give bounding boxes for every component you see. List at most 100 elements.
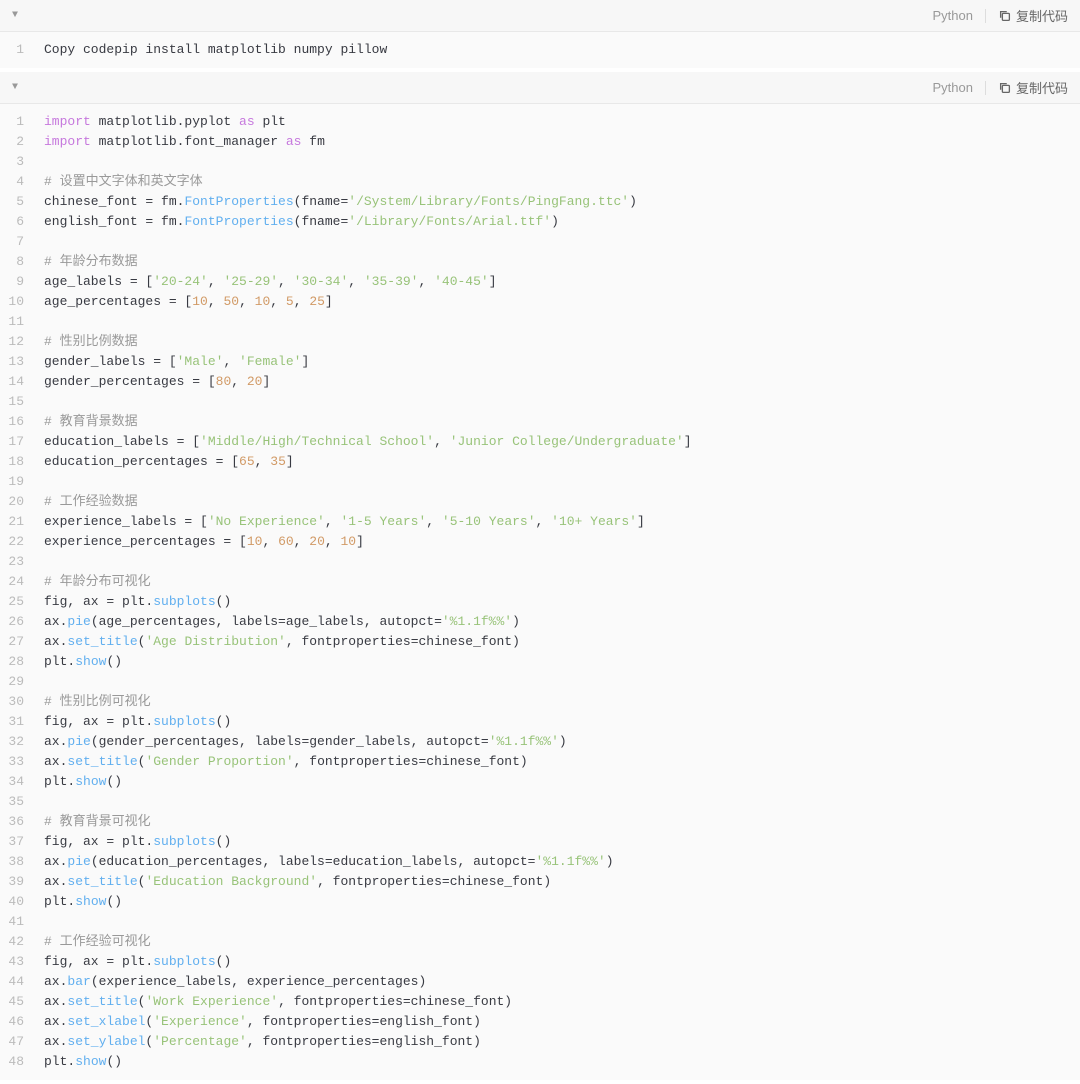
- code-line: [44, 312, 1080, 332]
- line-number: 10: [0, 292, 32, 312]
- line-number: 35: [0, 792, 32, 812]
- line-number: 44: [0, 972, 32, 992]
- line-number: 17: [0, 432, 32, 452]
- line-number: 1: [0, 40, 32, 60]
- line-number: 23: [0, 552, 32, 572]
- line-number: 12: [0, 332, 32, 352]
- line-number: 45: [0, 992, 32, 1012]
- line-number: 13: [0, 352, 32, 372]
- code-block-2: ▼ Python 复制代码 12345678910111213141516171…: [0, 72, 1080, 1080]
- code-body: 1234567891011121314151617181920212223242…: [0, 104, 1080, 1080]
- line-number: 2: [0, 132, 32, 152]
- collapse-toggle-icon[interactable]: ▼: [12, 10, 18, 21]
- code-content[interactable]: import matplotlib.pyplot as pltimport ma…: [32, 104, 1080, 1080]
- line-number: 5: [0, 192, 32, 212]
- code-line: # 性别比例可视化: [44, 692, 1080, 712]
- code-line: ax.set_xlabel('Experience', fontproperti…: [44, 1012, 1080, 1032]
- code-line: fig, ax = plt.subplots(): [44, 592, 1080, 612]
- line-number: 27: [0, 632, 32, 652]
- code-line: plt.show(): [44, 772, 1080, 792]
- code-line: # 教育背景可视化: [44, 812, 1080, 832]
- line-number: 41: [0, 912, 32, 932]
- language-label: Python: [933, 80, 973, 95]
- line-number: 36: [0, 812, 32, 832]
- code-block-1: ▼ Python 复制代码 1 Copy codepip install mat…: [0, 0, 1080, 68]
- code-line: # 工作经验数据: [44, 492, 1080, 512]
- code-line: # 年龄分布可视化: [44, 572, 1080, 592]
- line-number: 37: [0, 832, 32, 852]
- line-number: 43: [0, 952, 32, 972]
- divider: [985, 81, 986, 95]
- line-number: 48: [0, 1052, 32, 1072]
- line-number: 38: [0, 852, 32, 872]
- divider: [985, 9, 986, 23]
- code-line: ax.pie(education_percentages, labels=edu…: [44, 852, 1080, 872]
- code-line: Copy codepip install matplotlib numpy pi…: [44, 40, 1080, 60]
- code-line: [44, 472, 1080, 492]
- code-body: 1 Copy codepip install matplotlib numpy …: [0, 32, 1080, 68]
- code-line: age_labels = ['20-24', '25-29', '30-34',…: [44, 272, 1080, 292]
- line-number: 8: [0, 252, 32, 272]
- line-number-gutter: 1: [0, 32, 32, 68]
- line-number: 14: [0, 372, 32, 392]
- code-line: [44, 392, 1080, 412]
- code-line: age_percentages = [10, 50, 10, 5, 25]: [44, 292, 1080, 312]
- code-line: ax.pie(age_percentages, labels=age_label…: [44, 612, 1080, 632]
- code-header: ▼ Python 复制代码: [0, 72, 1080, 104]
- code-line: [44, 672, 1080, 692]
- line-number: 31: [0, 712, 32, 732]
- line-number: 47: [0, 1032, 32, 1052]
- code-line: [44, 232, 1080, 252]
- line-number: 33: [0, 752, 32, 772]
- line-number: 15: [0, 392, 32, 412]
- line-number-gutter: 1234567891011121314151617181920212223242…: [0, 104, 32, 1080]
- line-number: 32: [0, 732, 32, 752]
- code-header: ▼ Python 复制代码: [0, 0, 1080, 32]
- line-number: 22: [0, 532, 32, 552]
- code-line: [44, 552, 1080, 572]
- code-line: # 设置中文字体和英文字体: [44, 172, 1080, 192]
- copy-label: 复制代码: [1016, 6, 1068, 25]
- code-line: plt.show(): [44, 1052, 1080, 1072]
- line-number: 6: [0, 212, 32, 232]
- copy-code-button[interactable]: 复制代码: [998, 6, 1068, 25]
- language-label: Python: [933, 8, 973, 23]
- code-line: [44, 912, 1080, 932]
- code-line: [44, 152, 1080, 172]
- line-number: 9: [0, 272, 32, 292]
- copy-code-button[interactable]: 复制代码: [998, 78, 1068, 97]
- collapse-toggle-icon[interactable]: ▼: [12, 82, 18, 93]
- line-number: 34: [0, 772, 32, 792]
- code-line: ax.bar(experience_labels, experience_per…: [44, 972, 1080, 992]
- line-number: 4: [0, 172, 32, 192]
- code-line: fig, ax = plt.subplots(): [44, 832, 1080, 852]
- code-line: import matplotlib.font_manager as fm: [44, 132, 1080, 152]
- code-line: # 工作经验可视化: [44, 932, 1080, 952]
- line-number: 18: [0, 452, 32, 472]
- line-number: 11: [0, 312, 32, 332]
- line-number: 30: [0, 692, 32, 712]
- code-line: ax.pie(gender_percentages, labels=gender…: [44, 732, 1080, 752]
- code-line: fig, ax = plt.subplots(): [44, 952, 1080, 972]
- code-line: plt.show(): [44, 652, 1080, 672]
- code-line: [44, 792, 1080, 812]
- code-line: education_labels = ['Middle/High/Technic…: [44, 432, 1080, 452]
- line-number: 20: [0, 492, 32, 512]
- code-line: ax.set_ylabel('Percentage', fontproperti…: [44, 1032, 1080, 1052]
- code-line: gender_percentages = [80, 20]: [44, 372, 1080, 392]
- line-number: 16: [0, 412, 32, 432]
- code-line: chinese_font = fm.FontProperties(fname='…: [44, 192, 1080, 212]
- code-line: # 教育背景数据: [44, 412, 1080, 432]
- code-line: ax.set_title('Age Distribution', fontpro…: [44, 632, 1080, 652]
- line-number: 40: [0, 892, 32, 912]
- copy-icon: [998, 81, 1012, 95]
- line-number: 24: [0, 572, 32, 592]
- line-number: 29: [0, 672, 32, 692]
- line-number: 26: [0, 612, 32, 632]
- code-content[interactable]: Copy codepip install matplotlib numpy pi…: [32, 32, 1080, 68]
- line-number: 3: [0, 152, 32, 172]
- line-number: 25: [0, 592, 32, 612]
- code-line: # 年龄分布数据: [44, 252, 1080, 272]
- code-line: education_percentages = [65, 35]: [44, 452, 1080, 472]
- copy-icon: [998, 9, 1012, 23]
